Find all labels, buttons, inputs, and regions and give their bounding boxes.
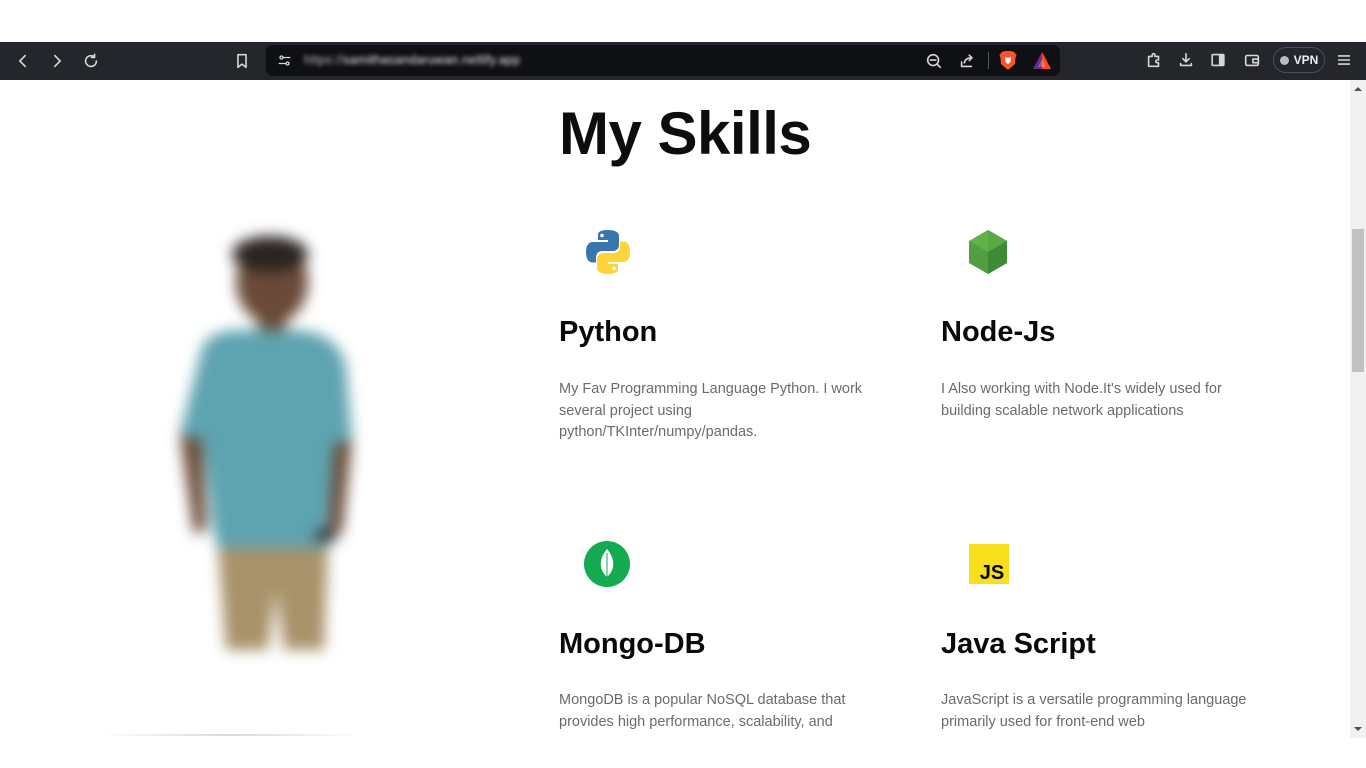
skill-title-javascript: Java Script — [941, 628, 1096, 660]
address-bar[interactable]: https://samithasandaruwan.netlify.app — [266, 45, 1060, 76]
url-text: https://samithasandaruwan.netlify.app — [304, 53, 520, 67]
profile-photo — [180, 236, 352, 650]
skill-description-mongodb: MongoDB is a popular NoSQL database that… — [559, 692, 846, 730]
skill-title-python: Python — [559, 316, 658, 348]
vpn-button[interactable]: VPN — [1273, 47, 1325, 73]
section-heading: My Skills — [559, 100, 812, 167]
downloads-icon[interactable] — [1173, 47, 1199, 73]
wallet-icon[interactable] — [1239, 47, 1265, 73]
address-bar-separator — [988, 52, 989, 69]
photo-divider — [100, 734, 360, 736]
window-top-area — [0, 0, 1366, 42]
share-icon[interactable] — [954, 48, 980, 74]
scroll-up-icon[interactable] — [1354, 85, 1362, 93]
skill-description-nodejs: I Also working with Node.It's widely use… — [941, 381, 1222, 419]
bookmark-icon[interactable] — [229, 48, 255, 74]
menu-icon[interactable] — [1331, 47, 1357, 73]
skill-description-python: My Fav Programming Language Python. I wo… — [559, 381, 863, 440]
nodejs-icon — [969, 230, 1007, 274]
javascript-icon-label: JS — [980, 562, 1004, 584]
scrollbar-thumb[interactable] — [1352, 229, 1364, 372]
zoom-out-icon[interactable] — [921, 48, 947, 74]
site-settings-icon[interactable] — [271, 48, 297, 73]
extensions-icon[interactable] — [1141, 47, 1167, 73]
brave-shields-icon[interactable] — [998, 50, 1018, 71]
back-icon[interactable] — [10, 48, 36, 74]
brave-rewards-icon[interactable] — [1032, 51, 1052, 70]
python-icon — [586, 230, 630, 274]
javascript-icon: JS — [969, 544, 1009, 584]
vertical-scrollbar[interactable] — [1350, 80, 1366, 738]
forward-icon[interactable] — [44, 48, 70, 74]
reload-icon[interactable] — [78, 48, 104, 74]
vpn-status-icon — [1279, 55, 1289, 65]
url-scheme: https:// — [304, 53, 344, 67]
sidebar-icon[interactable] — [1205, 47, 1231, 73]
skill-description-javascript: JavaScript is a versatile programming la… — [941, 692, 1247, 730]
skill-title-nodejs: Node-Js — [941, 316, 1056, 348]
vpn-label: VPN — [1293, 53, 1319, 67]
skill-title-mongodb: Mongo-DB — [559, 628, 706, 660]
url-host: samithasandaruwan.netlify.app — [343, 53, 521, 67]
scroll-down-icon[interactable] — [1354, 725, 1362, 733]
page-viewport: My Skills Python My Fav Programming Lang… — [0, 80, 1350, 768]
mongodb-icon — [584, 541, 630, 587]
